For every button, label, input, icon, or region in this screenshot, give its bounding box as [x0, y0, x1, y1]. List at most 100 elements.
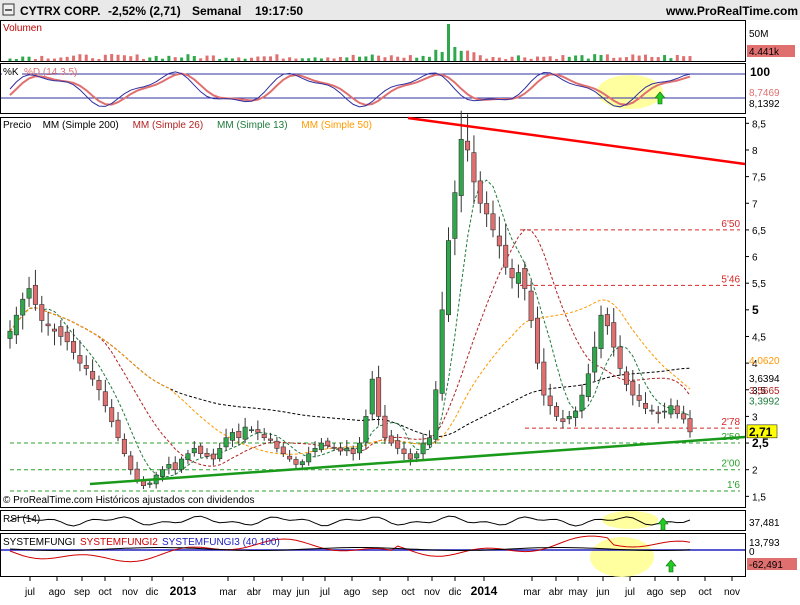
- candle-down: [261, 434, 267, 439]
- volume-bar: [161, 58, 165, 61]
- x-tick-label: oct: [401, 587, 415, 598]
- volume-bar: [637, 55, 641, 61]
- x-tick-label: 2013: [170, 584, 197, 598]
- candle-down: [134, 468, 140, 481]
- volume-bar: [319, 58, 323, 61]
- volume-bar: [402, 57, 406, 61]
- volume-label: Volumen: [3, 23, 42, 34]
- volume-bar: [154, 55, 158, 61]
- volume-bar: [288, 57, 292, 61]
- level-label: 5'46: [721, 274, 740, 285]
- volume-bar: [351, 54, 355, 61]
- price-legend: Precio MM (Simple 200) MM (Simple 26) MM (S…: [3, 120, 372, 131]
- candle-up: [446, 240, 452, 316]
- volume-bar: [682, 56, 686, 61]
- candle-up: [369, 378, 375, 415]
- symbol-name: CYTRX CORP.: [20, 4, 100, 18]
- volume-bar: [332, 58, 336, 61]
- candle-down: [39, 304, 45, 321]
- candle-down: [109, 407, 115, 423]
- candle-down: [293, 459, 299, 465]
- y-tick-label: 6: [752, 253, 758, 264]
- time-x-axis: jul ago sep oct nov dic 2013 mar abr may jun jul ago…: [24, 577, 740, 598]
- candle-up: [223, 437, 229, 448]
- candle-up: [420, 442, 426, 455]
- volume-bar: [612, 57, 616, 61]
- y-tick-label: 5,5: [752, 279, 766, 290]
- y-tick-label: 3: [752, 412, 758, 423]
- x-tick-label: abr: [247, 587, 262, 598]
- candle-down: [274, 440, 280, 449]
- volume-bar: [180, 57, 184, 61]
- volume-bar: [148, 57, 152, 61]
- level-label: 2'00: [721, 459, 740, 470]
- volume-bar: [427, 56, 431, 61]
- fungi2-label: SYSTEMFUNGI2: [80, 537, 158, 548]
- x-tick-label: ago: [647, 587, 664, 598]
- price-value-tag: 3,6394: [749, 374, 780, 385]
- volume-bar: [555, 58, 559, 61]
- volume-bar: [27, 56, 31, 61]
- volume-bar: [383, 57, 387, 61]
- candle-up: [566, 416, 572, 420]
- volume-bar: [129, 56, 133, 61]
- volume-bar: [167, 55, 171, 61]
- candle-up: [439, 309, 445, 394]
- candle-up: [573, 410, 579, 418]
- candle-down: [674, 405, 680, 415]
- volume-bar: [377, 55, 381, 61]
- volume-bar: [618, 57, 622, 61]
- volume-bar: [644, 54, 648, 61]
- volume-bar: [504, 58, 508, 61]
- candle-down: [382, 415, 388, 439]
- volume-bar: [46, 58, 50, 61]
- candle-down: [255, 429, 261, 433]
- candle-down: [172, 462, 178, 470]
- volume-bar: [548, 56, 552, 61]
- volume-bar: [186, 54, 190, 61]
- volume-bar: [173, 57, 177, 61]
- volume-bar: [561, 55, 565, 61]
- candle-down: [287, 455, 293, 460]
- candle-down: [471, 152, 477, 183]
- candle-up: [668, 405, 674, 415]
- volume-bar: [103, 54, 107, 61]
- candle-down: [509, 268, 515, 279]
- x-tick-label: jul: [624, 587, 635, 598]
- candle-down: [77, 355, 83, 364]
- candle-up: [248, 429, 254, 432]
- candle-down: [630, 380, 636, 396]
- volume-bar: [122, 55, 126, 61]
- volume-bar: [491, 57, 495, 61]
- volume-bar: [688, 56, 692, 61]
- fungi3-label: SYSTEMFUNGI3 (40 100): [162, 537, 280, 548]
- y-tick-label: 7,5: [752, 173, 766, 184]
- candle-up: [452, 192, 458, 239]
- fungi3-value: -62,491: [749, 560, 783, 571]
- candle-down: [115, 419, 121, 439]
- volume-bar: [459, 50, 463, 61]
- x-tick-label: jun: [295, 587, 309, 598]
- volume-bar: [567, 56, 571, 61]
- volume-bar: [389, 55, 393, 61]
- volume-bar: [535, 56, 539, 61]
- volume-bar: [358, 56, 362, 61]
- volume-bar: [199, 58, 203, 61]
- candle-up: [344, 448, 350, 452]
- y-tick-label: 8,5: [752, 119, 766, 130]
- candle-down: [337, 447, 343, 452]
- candle-down: [331, 447, 337, 449]
- candle-up: [458, 139, 464, 196]
- stoch-d-value: 8,1392: [749, 99, 780, 110]
- x-tick-label: dic: [146, 587, 159, 598]
- volume-bar: [192, 56, 196, 61]
- x-tick-label: nov: [724, 587, 740, 598]
- volume-bar: [542, 56, 546, 61]
- candle-down: [604, 314, 610, 327]
- candle-down: [534, 317, 540, 364]
- volume-bar: [593, 54, 597, 61]
- candle-up: [13, 314, 19, 336]
- volume-bar: [275, 54, 279, 61]
- volume-bar: [205, 55, 209, 61]
- candle-up: [318, 442, 324, 450]
